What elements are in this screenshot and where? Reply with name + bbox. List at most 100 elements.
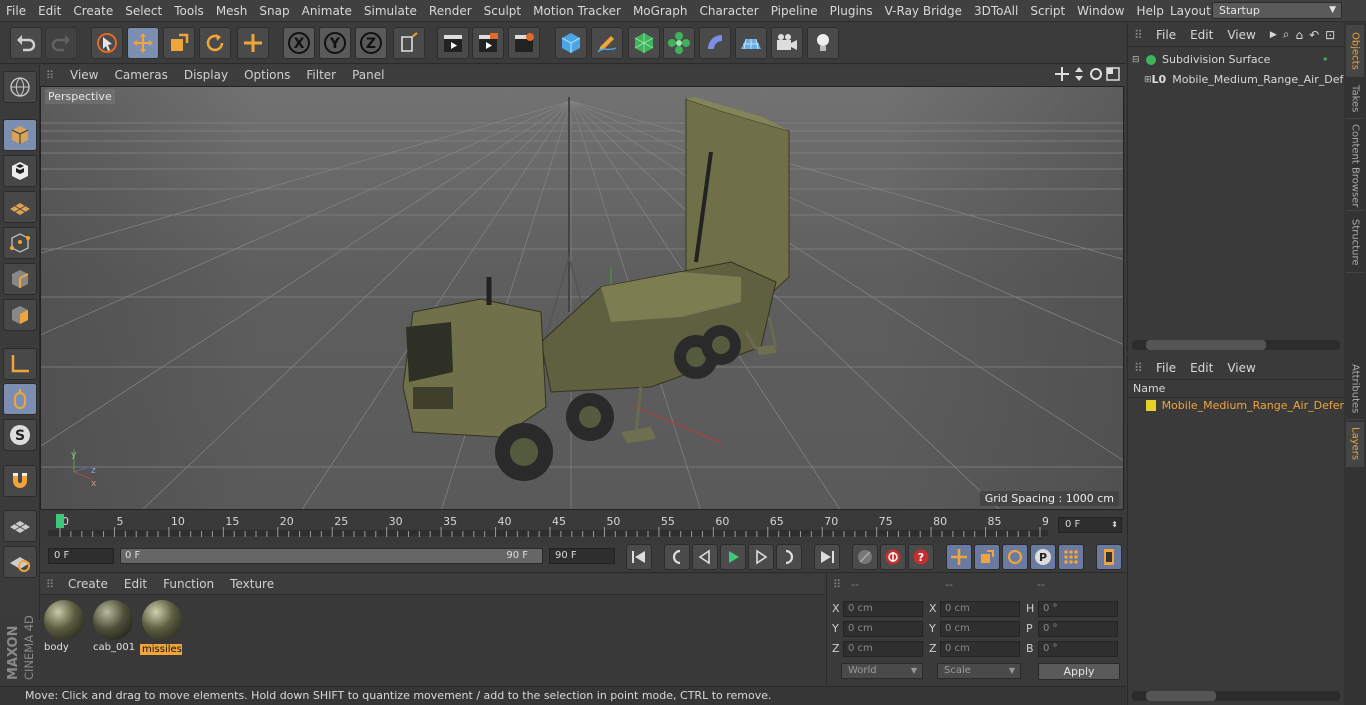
menu-3dtoall[interactable]: 3DToAll [968, 0, 1024, 22]
solo-mode-button[interactable]: S [3, 419, 37, 451]
size-y-field[interactable]: 0 cm [940, 621, 1020, 637]
menu-mesh[interactable]: Mesh [210, 0, 254, 22]
zoom-icon[interactable] [1072, 67, 1086, 81]
playhead[interactable] [56, 514, 64, 528]
layers-menu-file[interactable]: File [1156, 361, 1176, 375]
key-scale-button[interactable] [974, 544, 1000, 570]
search-icon[interactable]: ⌕ [1283, 27, 1290, 42]
rotate-tool-button[interactable] [199, 27, 231, 59]
menu-simulate[interactable]: Simulate [358, 0, 423, 22]
key-parameter-button[interactable]: P [1030, 544, 1056, 570]
snap-button[interactable] [3, 465, 37, 497]
z-axis-button[interactable]: Z [355, 27, 387, 59]
key-rotation-button[interactable] [1002, 544, 1028, 570]
pen-spline-button[interactable] [591, 27, 623, 59]
start-frame-field[interactable]: 0 F [48, 548, 114, 564]
new-view-icon[interactable]: ⊡ [1325, 28, 1335, 42]
material-menu-texture[interactable]: Texture [222, 574, 282, 595]
menu-edit[interactable]: Edit [32, 0, 67, 22]
floor-button[interactable] [735, 27, 767, 59]
model-mode-button[interactable] [3, 119, 37, 151]
next-key-button[interactable] [776, 544, 802, 570]
menu-snap[interactable]: Snap [253, 0, 295, 22]
layer-row[interactable]: Mobile_Medium_Range_Air_Defer [1136, 399, 1344, 412]
cloner-button[interactable] [663, 27, 695, 59]
objects-menu-edit[interactable]: Edit [1190, 28, 1213, 42]
camera-button[interactable] [771, 27, 803, 59]
menu-animate[interactable]: Animate [296, 0, 358, 22]
menu-pipeline[interactable]: Pipeline [765, 0, 824, 22]
axis-mode-button[interactable] [3, 348, 37, 380]
layer-color-swatch[interactable] [1146, 400, 1156, 411]
cube-object-button[interactable] [555, 27, 587, 59]
horizontal-scrollbar[interactable] [1132, 691, 1340, 701]
rotation-b-field[interactable]: 0 ° [1038, 641, 1118, 657]
coordinate-mode-dropdown[interactable]: World ▼ [841, 663, 923, 679]
viewport-menu-cameras[interactable]: Cameras [106, 65, 175, 86]
menu-character[interactable]: Character [693, 0, 764, 22]
tab-objects[interactable]: Objects [1346, 25, 1364, 77]
horizontal-scrollbar[interactable] [1132, 340, 1340, 350]
y-axis-button[interactable]: Y [319, 27, 351, 59]
maximize-icon[interactable] [1106, 67, 1120, 81]
back-icon[interactable]: ↶ [1309, 28, 1319, 42]
render-to-picture-viewer-button[interactable] [472, 27, 504, 59]
rotation-h-field[interactable]: 0 ° [1038, 601, 1118, 617]
tree-row[interactable]: ⊞ L0 Mobile_Medium_Range_Air_Defe [1144, 73, 1344, 86]
edges-mode-button[interactable] [3, 263, 37, 295]
scrollbar-thumb[interactable] [1146, 691, 1216, 701]
material-menu-edit[interactable]: Edit [116, 574, 155, 595]
layer-column-header[interactable]: Name [1128, 382, 1344, 398]
size-x-field[interactable]: 0 cm [940, 601, 1020, 617]
workplane-mode-button[interactable] [3, 191, 37, 223]
menu-sculpt[interactable]: Sculpt [478, 0, 527, 22]
layers-menu-edit[interactable]: Edit [1190, 361, 1213, 375]
keyframe-selection-button[interactable]: ? [908, 544, 934, 570]
move-tool-button[interactable] [127, 27, 159, 59]
autokeying-button[interactable] [880, 544, 906, 570]
polygons-mode-button[interactable] [3, 299, 37, 331]
live-selection-button[interactable] [91, 27, 123, 59]
menu-render[interactable]: Render [423, 0, 478, 22]
viewport-menu-view[interactable]: View [62, 65, 106, 86]
material-swatch[interactable]: cab_001 [91, 598, 135, 656]
current-frame-field[interactable]: 0 F ⬍ [1058, 517, 1122, 533]
position-x-field[interactable]: 0 cm [843, 601, 923, 617]
menu-create[interactable]: Create [67, 0, 119, 22]
subdivision-surface-button[interactable] [628, 27, 660, 59]
preview-range-slider[interactable]: 0 F 90 F [120, 548, 543, 564]
tree-row[interactable]: ⊟ Subdivision Surface • [1132, 53, 1329, 66]
render-view-button[interactable] [437, 27, 469, 59]
menu-vray-bridge[interactable]: V-Ray Bridge [879, 0, 968, 22]
menu-script[interactable]: Script [1024, 0, 1071, 22]
tab-layers[interactable]: Layers [1346, 422, 1364, 467]
texture-mode-button[interactable] [3, 155, 37, 187]
light-button[interactable] [807, 27, 839, 59]
3d-viewport[interactable]: y z x Perspective Grid Spacing : 1000 cm [40, 86, 1124, 510]
layers-menu-view[interactable]: View [1227, 361, 1255, 375]
orbit-icon[interactable] [1089, 67, 1103, 81]
menu-mograph[interactable]: MoGraph [627, 0, 694, 22]
rotation-p-field[interactable]: 0 ° [1038, 621, 1118, 637]
layout-select[interactable]: Startup ▼ [1212, 2, 1342, 19]
tab-takes[interactable]: Takes [1346, 79, 1364, 119]
apply-button[interactable]: Apply [1038, 663, 1120, 680]
recent-tools-button[interactable] [237, 27, 269, 59]
tweak-mode-button[interactable] [3, 383, 37, 415]
record-keys-button[interactable] [852, 544, 878, 570]
points-mode-button[interactable] [3, 227, 37, 259]
make-editable-button[interactable] [3, 71, 37, 103]
viewport-menu-filter[interactable]: Filter [298, 65, 344, 86]
home-icon[interactable]: ⌂ [1295, 28, 1303, 42]
expand-icon[interactable]: ⊞ [1144, 75, 1152, 85]
stepper-icon[interactable]: ⬍ [1111, 518, 1118, 532]
key-pla-button[interactable] [1058, 544, 1084, 570]
pan-icon[interactable] [1055, 67, 1069, 81]
timeline[interactable]: 051015202530354045505560657075808590 0 F… [40, 511, 1126, 541]
scrollbar-thumb[interactable] [1146, 340, 1266, 350]
more-arrow-icon[interactable]: ▶ [1270, 30, 1277, 40]
objects-menu-file[interactable]: File [1156, 28, 1176, 42]
go-to-end-button[interactable] [814, 544, 840, 570]
size-mode-dropdown[interactable]: Scale ▼ [937, 663, 1021, 679]
menu-help[interactable]: Help [1130, 0, 1169, 22]
